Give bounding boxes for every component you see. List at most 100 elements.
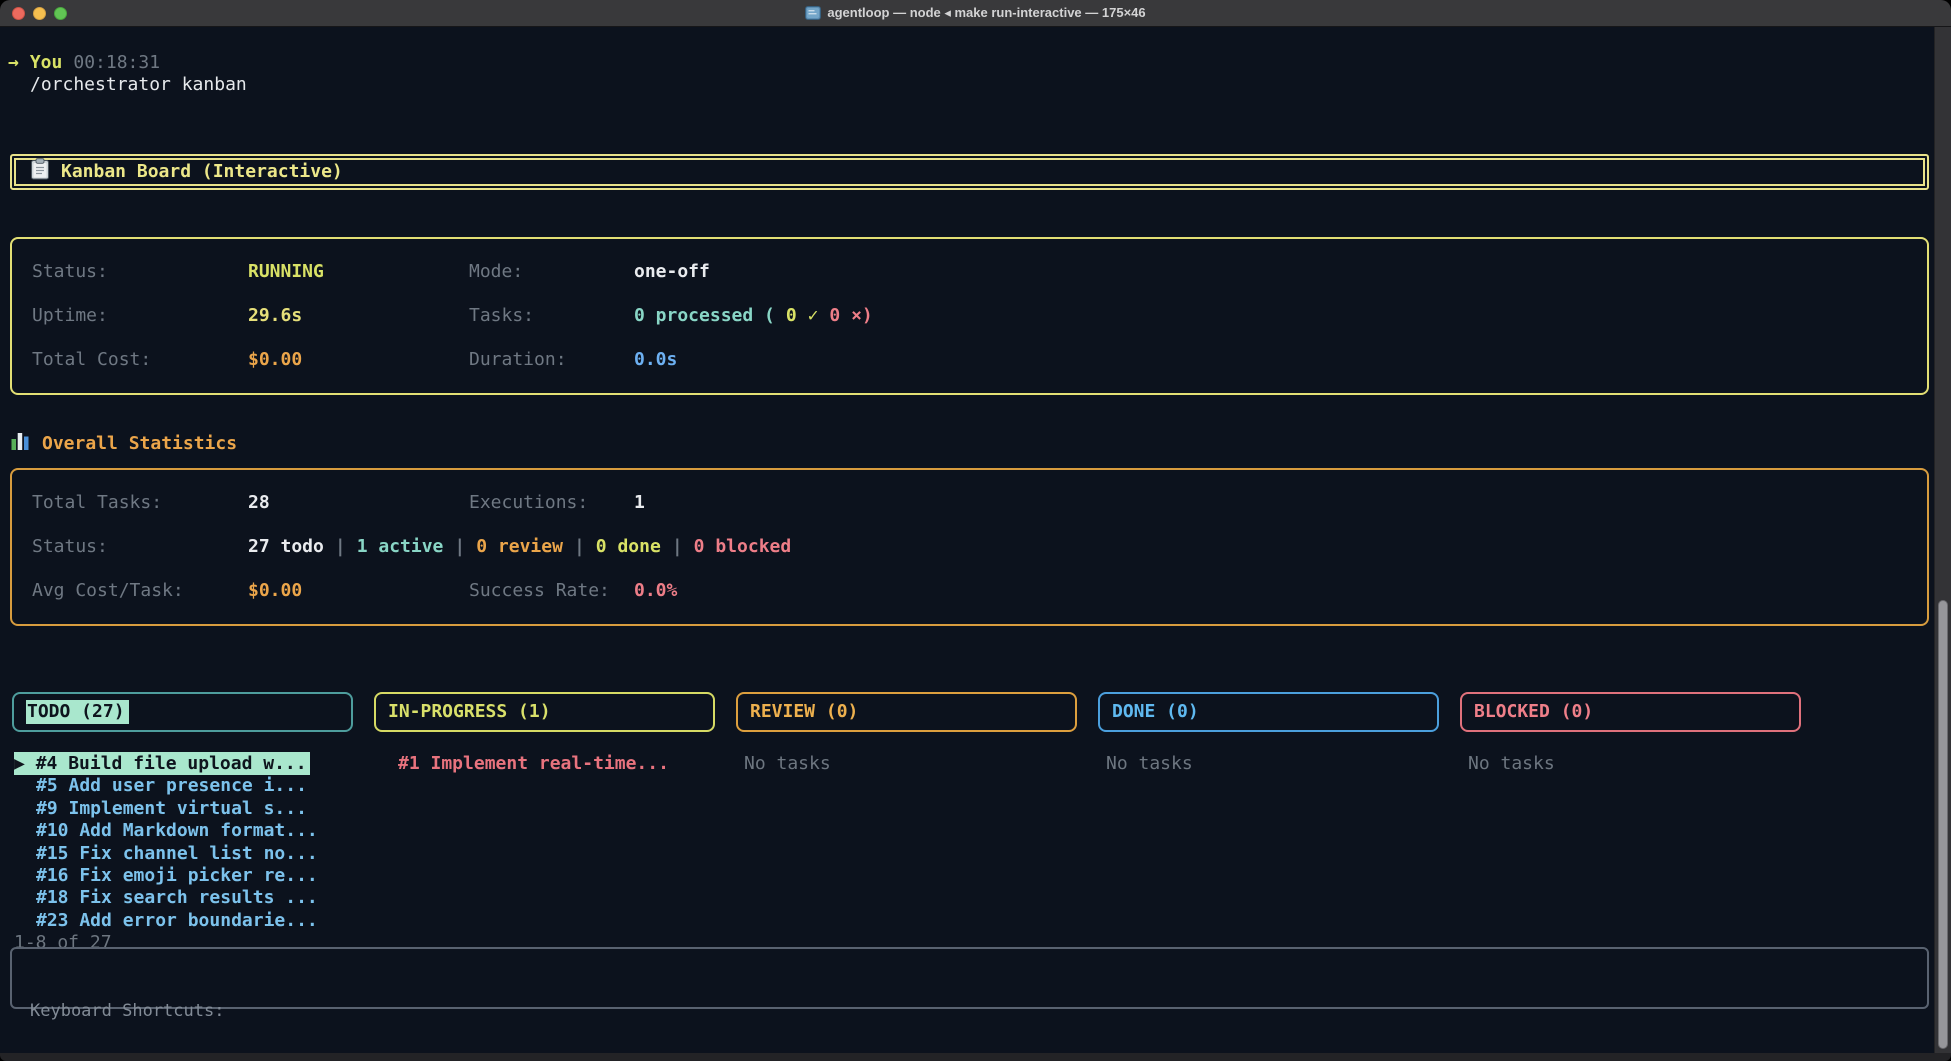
duration-label: Duration:: [469, 349, 634, 371]
status-review-count: 0 review: [476, 536, 563, 558]
task-item[interactable]: #23 Add error boundarie...: [12, 910, 353, 932]
tasks-value: 0 processed ( 0 ✓ 0 ×): [634, 305, 1927, 327]
task-item[interactable]: #5 Add user presence i...: [12, 775, 353, 797]
orchestrator-status-panel: Status: RUNNING Mode: one-off Uptime: 29…: [10, 237, 1929, 395]
task-item[interactable]: #16 Fix emoji picker re...: [12, 865, 353, 887]
empty-column-label: No tasks: [736, 753, 1077, 775]
total-tasks-label: Total Tasks:: [32, 492, 248, 514]
column-in-progress-tasks: #1 Implement real-time...: [374, 753, 715, 775]
task-item[interactable]: #1 Implement real-time...: [374, 753, 715, 775]
empty-column-label: No tasks: [1460, 753, 1801, 775]
stats-header: Overall Statistics: [10, 431, 1951, 457]
window-title: agentloop — node ◂ make run-interactive …: [805, 5, 1145, 21]
executions-label: Executions:: [469, 492, 634, 514]
prompt-arrow-icon: →: [8, 52, 19, 74]
column-done: DONE (0) No tasks: [1098, 692, 1439, 955]
task-item[interactable]: #10 Add Markdown format...: [12, 820, 353, 842]
close-button[interactable]: [12, 7, 25, 20]
duration-value: 0.0s: [634, 349, 1927, 371]
column-in-progress: IN-PROGRESS (1) #1 Implement real-time..…: [374, 692, 715, 955]
clipboard-icon: [30, 158, 50, 186]
uptime-label: Uptime:: [32, 305, 248, 327]
status-done-count: 0 done: [596, 536, 661, 558]
column-done-tasks: No tasks: [1098, 753, 1439, 775]
column-in-progress-header[interactable]: IN-PROGRESS (1): [374, 692, 715, 732]
column-blocked-header-label: BLOCKED (0): [1474, 701, 1593, 723]
column-blocked-header[interactable]: BLOCKED (0): [1460, 692, 1801, 732]
bar-chart-icon: [10, 431, 30, 457]
total-tasks-value: 28: [248, 492, 469, 514]
separator: |: [574, 536, 585, 558]
totals-row: Total Tasks: 28 Executions: 1: [12, 481, 1927, 525]
titlebar: agentloop — node ◂ make run-interactive …: [0, 0, 1951, 27]
column-todo-header[interactable]: TODO (27): [12, 692, 353, 732]
uptime-value: 29.6s: [248, 305, 469, 327]
column-review: REVIEW (0) No tasks: [736, 692, 1077, 955]
status-breakdown-row: Status: 27 todo | 1 active | 0 review | …: [12, 525, 1927, 569]
task-item[interactable]: #9 Implement virtual s...: [12, 798, 353, 820]
maximize-button[interactable]: [54, 7, 67, 20]
task-item-selected[interactable]: ▶ #4 Build file upload w...: [12, 753, 353, 775]
column-todo: TODO (27) ▶ #4 Build file upload w... #5…: [12, 692, 353, 955]
tasks-failed: 0 ×): [829, 305, 872, 327]
terminal-content: → You 00:18:31 /orchestrator kanban Kanb…: [0, 27, 1951, 1053]
mode-label: Mode:: [469, 261, 634, 283]
scrollbar-thumb[interactable]: [1938, 600, 1948, 1049]
column-done-header-label: DONE (0): [1112, 701, 1199, 723]
status-value: RUNNING: [248, 261, 469, 283]
column-todo-header-label: TODO (27): [26, 700, 129, 724]
status-active-count: 1 active: [357, 536, 444, 558]
shortcuts-title: Keyboard Shortcuts:: [30, 1000, 1927, 1022]
command-text: /orchestrator kanban: [30, 74, 1951, 96]
window-controls: [12, 0, 67, 27]
uptime-row: Uptime: 29.6s Tasks: 0 processed ( 0 ✓ 0…: [12, 294, 1927, 338]
board-title: Kanban Board (Interactive): [61, 161, 343, 183]
window-bottom-edge: [0, 1053, 1951, 1061]
scrollbar[interactable]: [1934, 27, 1951, 1053]
stats-status-label: Status:: [32, 536, 248, 558]
kanban-board: TODO (27) ▶ #4 Build file upload w... #5…: [12, 692, 1929, 955]
prompt-line: → You 00:18:31: [8, 52, 1951, 74]
total-cost-value: $0.00: [248, 349, 469, 371]
keyboard-shortcuts-panel: Keyboard Shortcuts: ←/→/Tab: Switch colu…: [10, 947, 1929, 1009]
task-item[interactable]: #18 Fix search results ...: [12, 887, 353, 909]
status-label: Status:: [32, 261, 248, 283]
total-cost-label: Total Cost:: [32, 349, 248, 371]
task-item[interactable]: #15 Fix channel list no...: [12, 843, 353, 865]
window-title-text: agentloop — node ◂ make run-interactive …: [827, 5, 1145, 21]
empty-column-label: No tasks: [1098, 753, 1439, 775]
cost-row: Total Cost: $0.00 Duration: 0.0s: [12, 338, 1927, 382]
tasks-label: Tasks:: [469, 305, 634, 327]
terminal-window: agentloop — node ◂ make run-interactive …: [0, 0, 1951, 1061]
avg-cost-value: $0.00: [248, 580, 469, 602]
mode-value: one-off: [634, 261, 1927, 283]
executions-value: 1: [634, 492, 1927, 514]
status-row: Status: RUNNING Mode: one-off: [12, 250, 1927, 294]
stats-heading: Overall Statistics: [42, 433, 237, 455]
overall-stats-panel: Total Tasks: 28 Executions: 1 Status: 27…: [10, 468, 1929, 626]
prompt-timestamp: 00:18:31: [73, 52, 160, 74]
success-rate-label: Success Rate:: [469, 580, 634, 602]
separator: |: [454, 536, 465, 558]
selection-arrow-icon: ▶: [14, 753, 25, 774]
prompt-user: You: [30, 52, 63, 74]
terminal-document-icon: [805, 6, 821, 20]
status-todo-count: 27 todo: [248, 536, 324, 558]
separator: |: [335, 536, 346, 558]
column-todo-tasks: ▶ #4 Build file upload w... #5 Add user …: [12, 753, 353, 955]
separator: |: [672, 536, 683, 558]
avg-cost-label: Avg Cost/Task:: [32, 580, 248, 602]
column-review-header[interactable]: REVIEW (0): [736, 692, 1077, 732]
task-text: #4 Build file upload w...: [36, 753, 307, 774]
column-blocked-tasks: No tasks: [1460, 753, 1801, 775]
status-breakdown: 27 todo | 1 active | 0 review | 0 done |…: [248, 536, 791, 558]
column-done-header[interactable]: DONE (0): [1098, 692, 1439, 732]
success-rate-value: 0.0%: [634, 580, 1927, 602]
column-in-progress-header-label: IN-PROGRESS (1): [388, 701, 551, 723]
tasks-succeeded: 0 ✓: [786, 305, 819, 327]
board-title-box: Kanban Board (Interactive): [10, 154, 1929, 190]
tasks-processed: 0 processed (: [634, 305, 775, 327]
minimize-button[interactable]: [33, 7, 46, 20]
column-blocked: BLOCKED (0) No tasks: [1460, 692, 1801, 955]
column-review-header-label: REVIEW (0): [750, 701, 858, 723]
